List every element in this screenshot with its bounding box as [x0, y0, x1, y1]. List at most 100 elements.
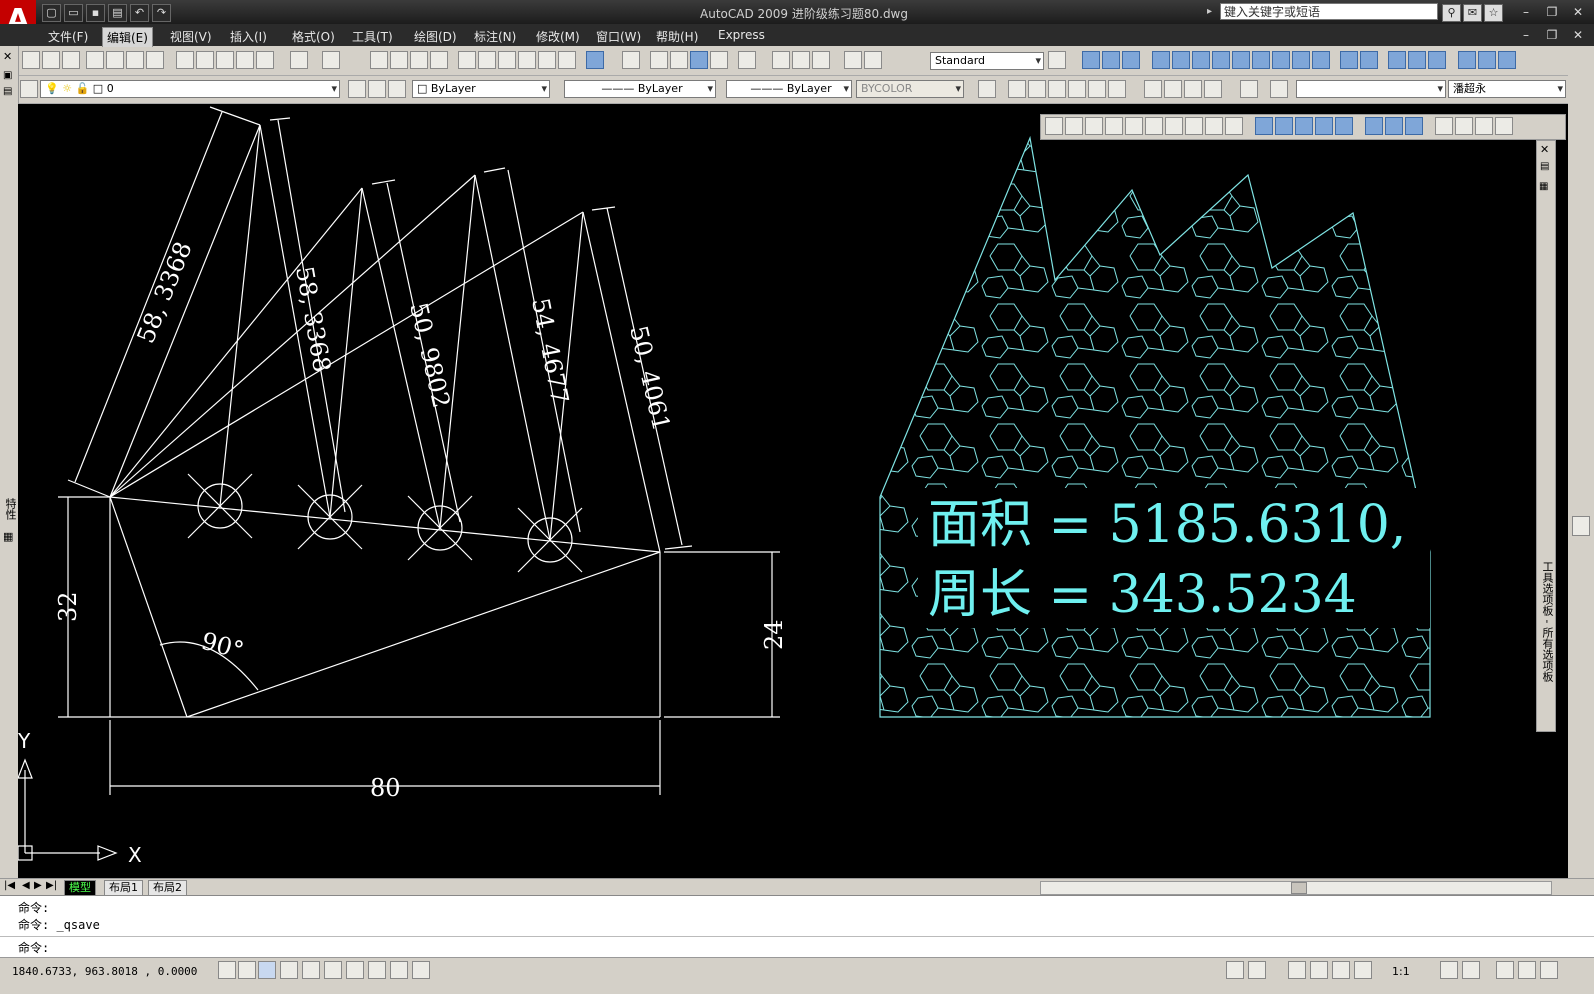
- sheet-set-icon[interactable]: [518, 51, 536, 69]
- publish-icon[interactable]: [126, 51, 144, 69]
- showmotion-icon[interactable]: [1354, 961, 1372, 979]
- linetype-dropdown[interactable]: ——— ByLayer: [564, 80, 716, 98]
- lwt-toggle[interactable]: [390, 961, 408, 979]
- zoom-status-icon[interactable]: [1310, 961, 1328, 979]
- dim-ordinate-icon[interactable]: [844, 51, 862, 69]
- cylinder-icon[interactable]: [1145, 117, 1163, 135]
- communication-center-icon[interactable]: ✉: [1463, 4, 1482, 22]
- menu-window[interactable]: 窗口(W): [592, 27, 645, 46]
- tool-palettes-label[interactable]: 工具选项板 - 所有选项板: [1539, 561, 1555, 682]
- menu-view[interactable]: 视图(V): [166, 27, 216, 46]
- ucs-previous-icon[interactable]: [1192, 51, 1210, 69]
- tab-nav-last-icon[interactable]: ▶|: [46, 880, 57, 891]
- redo-icon[interactable]: [322, 51, 340, 69]
- save-icon[interactable]: [62, 51, 80, 69]
- plot-icon[interactable]: [86, 51, 104, 69]
- palette-icon[interactable]: ▦: [3, 530, 13, 543]
- close-button[interactable]: ✕: [1566, 4, 1590, 20]
- realistic-icon[interactable]: [710, 51, 728, 69]
- polar-toggle[interactable]: [280, 961, 298, 979]
- continuous-orbit-icon[interactable]: [1122, 51, 1140, 69]
- intersect-icon[interactable]: [1405, 117, 1423, 135]
- match-properties-icon[interactable]: [236, 51, 254, 69]
- view-manager-icon[interactable]: [738, 51, 756, 69]
- menu-draw[interactable]: 绘图(D): [410, 27, 461, 46]
- view-iso-nw-icon[interactable]: [1068, 80, 1086, 98]
- cut-icon[interactable]: [176, 51, 194, 69]
- ucs-apply-icon[interactable]: [1408, 51, 1426, 69]
- workspace-switch-icon[interactable]: [1496, 961, 1514, 979]
- ucs-world-icon[interactable]: [1172, 51, 1190, 69]
- tab-layout2[interactable]: 布局2: [148, 880, 187, 896]
- horizontal-scrollbar[interactable]: [1040, 881, 1552, 895]
- visual-realistic-icon[interactable]: [1204, 80, 1222, 98]
- loft-icon[interactable]: [1335, 117, 1353, 135]
- tab-nav-next-icon[interactable]: ▶: [34, 880, 42, 891]
- layer-states-icon[interactable]: [388, 80, 406, 98]
- zoom-realtime-icon[interactable]: [390, 51, 408, 69]
- view-iso-se-icon[interactable]: [1028, 80, 1046, 98]
- subtract-icon[interactable]: [1385, 117, 1403, 135]
- sphere-icon[interactable]: [1125, 117, 1143, 135]
- drawing-canvas[interactable]: 58, 3368 58, 3368 50, 9802 54, 4677 50, …: [17, 104, 1568, 878]
- design-center-icon[interactable]: [478, 51, 496, 69]
- free-orbit-icon[interactable]: [1102, 51, 1120, 69]
- 3d-array-icon[interactable]: [1495, 117, 1513, 135]
- restore-button[interactable]: ❐: [1540, 4, 1564, 20]
- wedge-icon[interactable]: [1085, 117, 1103, 135]
- planar-surface-icon[interactable]: [1225, 117, 1243, 135]
- ucs-view-icon[interactable]: [1252, 51, 1270, 69]
- hscroll-thumb[interactable]: [1291, 882, 1307, 894]
- pan-status-icon[interactable]: [1288, 961, 1306, 979]
- palette-autohide-icon[interactable]: ▤: [1540, 161, 1549, 172]
- open-icon[interactable]: ▭: [64, 4, 83, 22]
- vertical-scrollbar[interactable]: [1568, 46, 1594, 878]
- dim-arc-icon[interactable]: [812, 51, 830, 69]
- menu-tools[interactable]: 工具(T): [348, 27, 397, 46]
- text-style-icon[interactable]: [1048, 51, 1066, 69]
- favorites-icon[interactable]: ☆: [1484, 4, 1503, 22]
- doc-minimize-button[interactable]: –: [1514, 27, 1538, 43]
- scroll-thumb[interactable]: [1572, 516, 1590, 536]
- visual-3d-icon[interactable]: [1164, 80, 1182, 98]
- close-icon[interactable]: ✕: [3, 50, 12, 63]
- save-icon[interactable]: ▪: [86, 4, 105, 22]
- revolve-icon[interactable]: [1315, 117, 1333, 135]
- search-input[interactable]: 键入关键字或短语: [1220, 3, 1438, 20]
- visual-style-icon[interactable]: [650, 51, 668, 69]
- lineweight-dropdown[interactable]: ——— ByLayer: [726, 80, 852, 98]
- box-icon[interactable]: [1065, 117, 1083, 135]
- open-icon[interactable]: [42, 51, 60, 69]
- extrude-icon[interactable]: [1255, 117, 1273, 135]
- properties-icon[interactable]: [458, 51, 476, 69]
- dim-radius-icon[interactable]: [864, 51, 882, 69]
- tab-nav-first-icon[interactable]: |◀: [4, 880, 15, 891]
- shaded-icon[interactable]: [690, 51, 708, 69]
- otrack-toggle[interactable]: [324, 961, 342, 979]
- grid-toggle[interactable]: [238, 961, 256, 979]
- view-bottom-icon[interactable]: [1088, 80, 1106, 98]
- layer-previous-icon[interactable]: [368, 80, 386, 98]
- layout-space-icon[interactable]: [1248, 961, 1266, 979]
- coordinate-readout[interactable]: 1840.6733, 963.8018 , 0.0000: [12, 965, 197, 978]
- workspace-dropdown[interactable]: 潘超永: [1448, 80, 1566, 98]
- color-dropdown[interactable]: □ ByLayer: [412, 80, 550, 98]
- 3d-box-icon[interactable]: [622, 51, 640, 69]
- view-top-icon[interactable]: [1458, 51, 1476, 69]
- redo-icon[interactable]: ↷: [152, 4, 171, 22]
- dyn-toggle[interactable]: [368, 961, 386, 979]
- doc-close-button[interactable]: ✕: [1566, 27, 1590, 43]
- layer-dropdown[interactable]: 💡 ☼ 🔓 □ 0: [40, 80, 340, 98]
- command-prompt[interactable]: 命令:: [18, 939, 49, 956]
- new-icon[interactable]: ▢: [42, 4, 61, 22]
- annotation-autoscale-icon[interactable]: [1462, 961, 1480, 979]
- layer-manager-icon[interactable]: [20, 80, 38, 98]
- palette-close-icon[interactable]: ✕: [1540, 143, 1549, 156]
- view-front-icon[interactable]: [1478, 51, 1496, 69]
- visual-conceptual-icon[interactable]: [1184, 80, 1202, 98]
- ucs-named-icon[interactable]: [1428, 51, 1446, 69]
- ucs-x-icon[interactable]: [1340, 51, 1358, 69]
- dock-menu-icon[interactable]: ▤: [3, 86, 12, 97]
- pyramid-icon[interactable]: [1185, 117, 1203, 135]
- plotstyle-dropdown[interactable]: BYCOLOR: [856, 80, 964, 98]
